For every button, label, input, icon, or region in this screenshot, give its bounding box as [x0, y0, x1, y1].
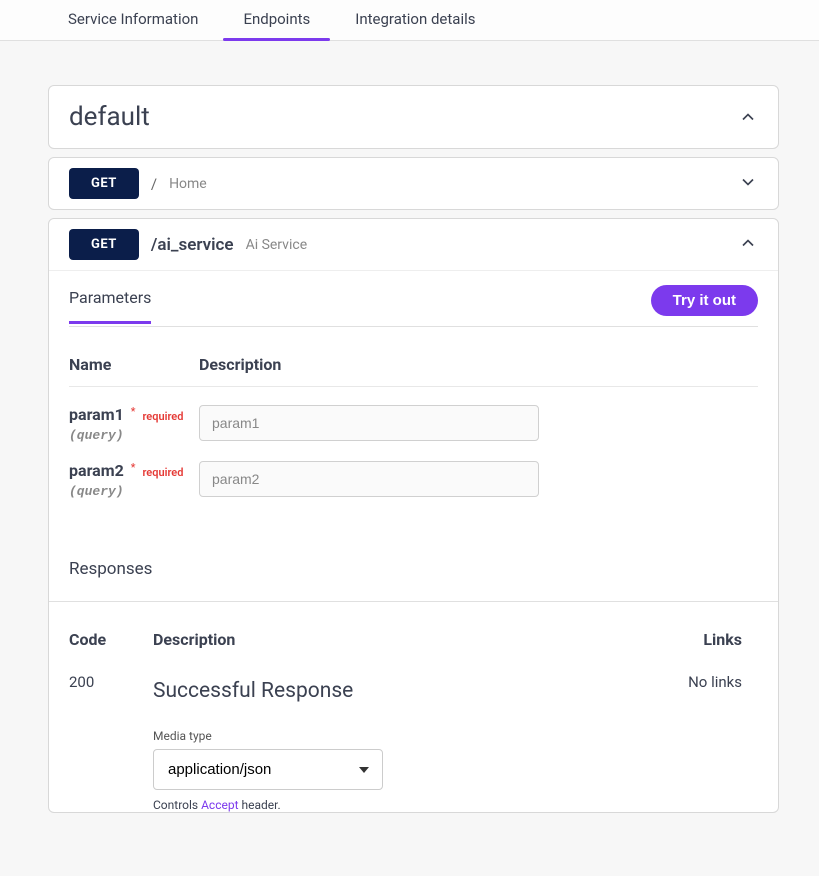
- response-title: Successful Response: [153, 679, 662, 703]
- parameter-name-cell: param2 * required (query): [69, 461, 199, 499]
- endpoint-summary: Ai Service: [246, 237, 308, 253]
- chevron-down-icon: [738, 172, 758, 192]
- controls-suffix: header.: [239, 798, 281, 812]
- endpoint-home: GET / Home: [48, 157, 779, 210]
- endpoint-path: /ai_service: [151, 235, 234, 255]
- media-type-label: Media type: [153, 729, 662, 743]
- parameter-name: param2: [69, 461, 124, 480]
- controls-accept-note: Controls Accept header.: [153, 798, 662, 812]
- required-star: *: [131, 405, 136, 418]
- required-label: required: [142, 466, 183, 479]
- response-code: 200: [69, 673, 153, 812]
- required-star: *: [131, 461, 136, 474]
- parameter-row: param2 * required (query): [69, 443, 758, 499]
- media-type-select[interactable]: application/json: [153, 749, 383, 790]
- column-code: Code: [69, 630, 153, 649]
- method-badge: GET: [69, 168, 139, 199]
- subtab-parameters[interactable]: Parameters: [69, 288, 151, 324]
- media-type-select-wrap: application/json: [153, 749, 383, 790]
- endpoint-ai-service: GET /ai_service Ai Service Parameters Tr…: [48, 218, 779, 813]
- parameters-table: Name Description param1 * required (quer…: [49, 327, 778, 559]
- parameter-row: param1 * required (query): [69, 387, 758, 443]
- parameters-header-row: Name Description: [69, 355, 758, 387]
- parameter-type: (query): [69, 484, 199, 499]
- parameter-type: (query): [69, 428, 199, 443]
- tab-endpoints[interactable]: Endpoints: [243, 0, 310, 40]
- chevron-up-icon: [738, 107, 758, 127]
- content-area: default GET / Home GET /ai_service Ai Se…: [0, 41, 819, 813]
- parameter-input-param2[interactable]: [199, 461, 539, 497]
- tab-integration-details[interactable]: Integration details: [355, 0, 475, 40]
- endpoint-summary: Home: [169, 176, 207, 192]
- section-title: default: [69, 102, 150, 132]
- tab-service-information[interactable]: Service Information: [68, 0, 198, 40]
- parameter-name: param1: [69, 405, 124, 424]
- response-links: No links: [662, 673, 742, 812]
- parameter-name-cell: param1 * required (query): [69, 405, 199, 443]
- responses-header-row: Code Description Links: [49, 602, 778, 663]
- section-default: default: [48, 85, 779, 149]
- column-links: Links: [662, 630, 742, 649]
- controls-prefix: Controls: [153, 798, 201, 812]
- section-header[interactable]: default: [49, 86, 778, 148]
- try-it-out-button[interactable]: Try it out: [651, 285, 758, 316]
- responses-heading: Responses: [49, 559, 778, 601]
- endpoint-ai-service-header[interactable]: GET /ai_service Ai Service: [49, 219, 778, 270]
- endpoint-body: Parameters Try it out Name Description p…: [49, 270, 778, 812]
- required-label: required: [142, 410, 183, 423]
- endpoint-path: /: [151, 175, 157, 193]
- column-description: Description: [153, 630, 662, 649]
- chevron-up-icon: [738, 233, 758, 253]
- response-row: 200 Successful Response Media type appli…: [49, 663, 778, 812]
- response-description-cell: Successful Response Media type applicati…: [153, 673, 662, 812]
- subtab-row: Parameters Try it out: [49, 271, 778, 326]
- column-name: Name: [69, 355, 199, 374]
- column-description: Description: [199, 355, 758, 374]
- controls-accent: Accept: [201, 798, 238, 812]
- parameter-input-param1[interactable]: [199, 405, 539, 441]
- endpoint-home-header[interactable]: GET / Home: [49, 158, 778, 209]
- main-tabs: Service Information Endpoints Integratio…: [0, 0, 819, 41]
- method-badge: GET: [69, 229, 139, 260]
